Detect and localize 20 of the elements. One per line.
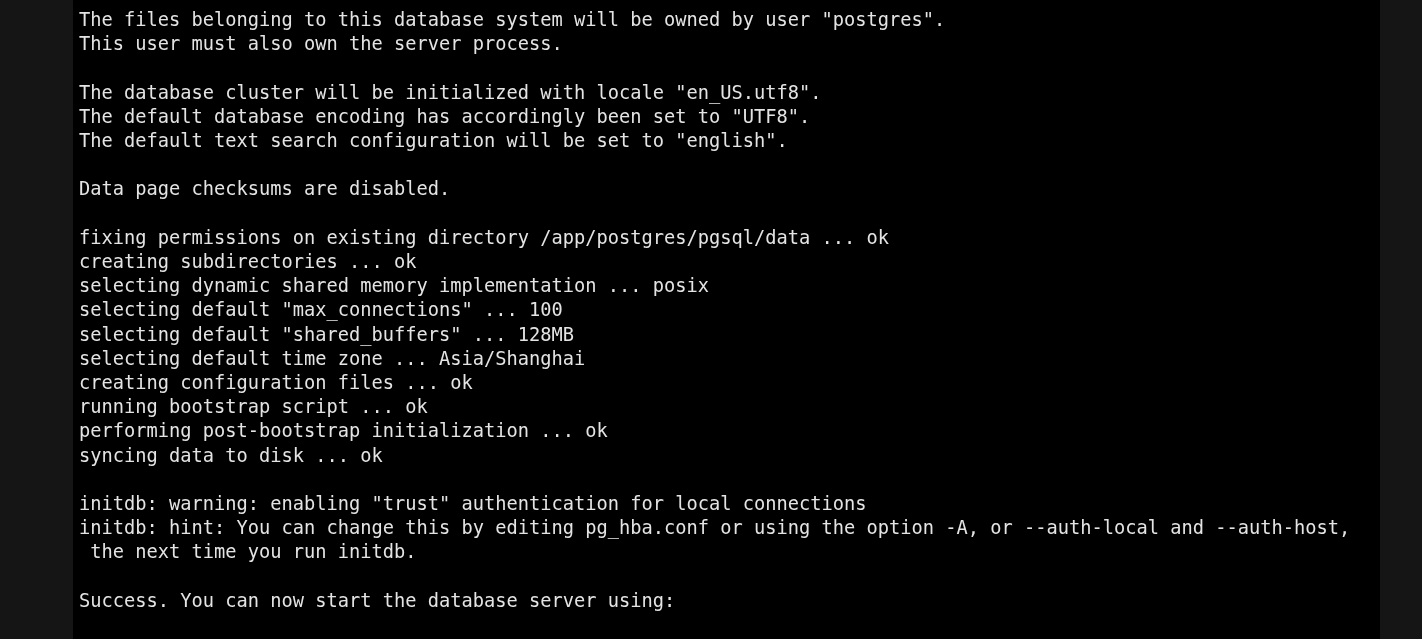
terminal-line: Data page checksums are disabled. <box>79 177 451 202</box>
terminal-line: the next time you run initdb. <box>89 540 417 565</box>
terminal-line: selecting dynamic shared memory implementation ... posix <box>79 274 710 299</box>
terminal-line: selecting default "shared_buffers" ... 128MB <box>79 322 575 347</box>
terminal-line: syncing data to disk ... ok <box>79 443 383 468</box>
terminal-line: The default text search configuration will be set to "english". <box>79 129 788 153</box>
terminal-line: selecting default "max_connections" ... 100 <box>79 298 563 323</box>
terminal-line: initdb: warning: enabling "trust" authentication for local connections <box>79 492 867 516</box>
terminal-line: The default database encoding has accordingly been set to "UTF8". <box>79 104 811 129</box>
terminal-line: selecting default time zone ... Asia/Shanghai <box>79 346 586 371</box>
terminal-line: This user must also own the server process. <box>79 32 563 57</box>
terminal-line: running bootstrap script ... ok <box>79 395 428 420</box>
terminal-line: fixing permissions on existing directory /app/postgres/pgsql/data ... ok <box>79 225 890 250</box>
terminal-line: creating subdirectories ... ok <box>79 250 417 274</box>
terminal-line: Success. You can now start the database server using: <box>79 588 676 613</box>
terminal-line: creating configuration files ... ok <box>79 371 473 395</box>
terminal-line: The database cluster will be initialized with locale "en_US.utf8". <box>79 80 822 105</box>
terminal-line: performing post-bootstrap initialization ... ok <box>79 419 608 444</box>
terminal-line: initdb: hint: You can change this by editing pg_hba.conf or using the option -A, or --auth-local and --auth-host, <box>79 516 1351 541</box>
terminal-line: The files belonging to this database system will be owned by user "postgres". <box>79 8 946 32</box>
